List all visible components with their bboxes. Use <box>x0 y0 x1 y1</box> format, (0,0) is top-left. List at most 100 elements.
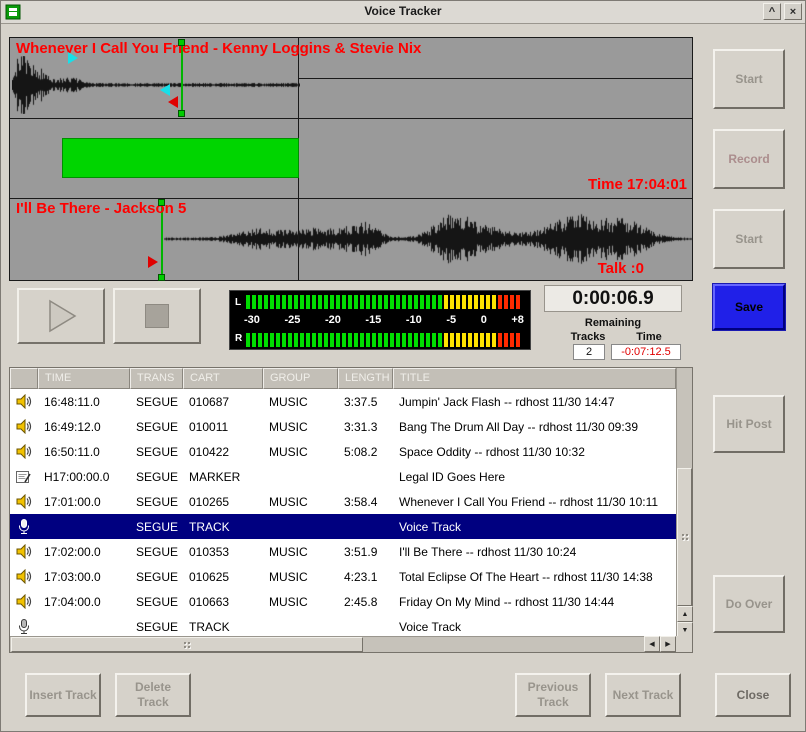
hit-post-button[interactable]: Hit Post <box>713 395 785 453</box>
horizontal-scrollbar[interactable]: ◀ ▶ <box>10 636 676 652</box>
meter-segment <box>426 295 430 309</box>
record-button[interactable]: Record <box>713 129 785 189</box>
previous-track-button[interactable]: Previous Track <box>515 673 591 717</box>
list-item[interactable]: 17:01:00.0SEGUE010265MUSIC3:58.4Whenever… <box>10 489 676 514</box>
meter-segment <box>516 295 520 309</box>
col-time[interactable]: TIME <box>38 368 130 389</box>
speaker-icon <box>10 494 38 509</box>
save-button[interactable]: Save <box>713 284 785 330</box>
track2-marker-handle-top[interactable] <box>158 199 165 206</box>
col-trans[interactable]: TRANS <box>130 368 183 389</box>
titlebar[interactable]: Voice Tracker ^ × <box>1 1 805 24</box>
meter-segment <box>318 333 322 347</box>
insert-track-button[interactable]: Insert Track <box>25 673 101 717</box>
meter-segment <box>276 295 280 309</box>
scroll-right-button[interactable]: ▶ <box>660 636 676 652</box>
list-item[interactable]: 17:04:00.0SEGUE010663MUSIC2:45.8Friday O… <box>10 589 676 614</box>
horizontal-scrollbar-thumb[interactable] <box>11 637 363 652</box>
cell-cart: 010353 <box>183 545 263 559</box>
vertical-scrollbar-thumb[interactable] <box>677 468 692 606</box>
close-button[interactable]: Close <box>715 673 791 717</box>
start-track1-button[interactable]: Start <box>713 49 785 109</box>
meter-segment <box>288 295 292 309</box>
next-track-button[interactable]: Next Track <box>605 673 681 717</box>
meter-segment <box>324 295 328 309</box>
meter-segment <box>300 295 304 309</box>
meter-segment <box>372 333 376 347</box>
col-icon[interactable] <box>10 368 38 389</box>
speaker-icon <box>10 419 38 434</box>
meter-segment <box>312 333 316 347</box>
meter-segment <box>444 295 448 309</box>
meter-segment <box>504 295 508 309</box>
meter-segment <box>252 333 256 347</box>
col-length[interactable]: LENGTH <box>338 368 393 389</box>
do-over-button[interactable]: Do Over <box>713 575 785 633</box>
cell-length: 2:45.8 <box>338 595 393 609</box>
cell-cart: TRACK <box>183 520 263 534</box>
play-icon <box>41 296 81 336</box>
delete-track-button[interactable]: Delete Track <box>115 673 191 717</box>
list-item[interactable]: H17:00:00.0SEGUEMARKERLegal ID Goes Here <box>10 464 676 489</box>
voicetrack-region[interactable] <box>62 138 299 178</box>
col-group[interactable]: GROUP <box>263 368 338 389</box>
cell-cart: 010663 <box>183 595 263 609</box>
cell-group: MUSIC <box>263 420 338 434</box>
col-cart[interactable]: CART <box>183 368 263 389</box>
elapsed-time-display: 0:00:06.9 <box>544 285 682 312</box>
cell-time: 17:01:00.0 <box>38 495 130 509</box>
stop-button[interactable] <box>113 288 201 344</box>
cell-group: MUSIC <box>263 570 338 584</box>
scroll-left-button[interactable]: ◀ <box>644 636 660 652</box>
meter-segment <box>342 295 346 309</box>
list-item[interactable]: 17:03:00.0SEGUE010625MUSIC4:23.1Total Ec… <box>10 564 676 589</box>
talk-counter: Talk :0 <box>598 260 644 277</box>
meter-segment <box>450 295 454 309</box>
meter-right-bar <box>246 333 520 347</box>
list-item[interactable]: 16:49:12.0SEGUE010011MUSIC3:31.3Bang The… <box>10 414 676 439</box>
list-body[interactable]: 16:48:11.0SEGUE010687MUSIC3:37.5Jumpin' … <box>10 389 676 636</box>
meter-segment <box>438 295 442 309</box>
meter-segment <box>360 295 364 309</box>
meter-left-bar <box>246 295 520 309</box>
list-item[interactable]: SEGUETRACKVoice Track <box>10 614 676 636</box>
list-item[interactable]: SEGUETRACKVoice Track <box>10 514 676 539</box>
list-item[interactable]: 17:02:00.0SEGUE010353MUSIC3:51.9I'll Be … <box>10 539 676 564</box>
fadeup-marker-icon[interactable] <box>68 52 78 64</box>
col-title[interactable]: TITLE <box>393 368 676 389</box>
meter-segment <box>276 333 280 347</box>
list-item[interactable]: 16:48:11.0SEGUE010687MUSIC3:37.5Jumpin' … <box>10 389 676 414</box>
track2-marker-handle-bottom[interactable] <box>158 274 165 281</box>
meter-segment <box>282 333 286 347</box>
meter-segment <box>258 295 262 309</box>
cell-title: Jumpin' Jack Flash -- rdhost 11/30 14:47 <box>393 395 676 409</box>
track2-start-marker-icon[interactable] <box>148 256 158 268</box>
track1-end-marker-icon[interactable] <box>168 96 178 108</box>
meter-segment <box>318 295 322 309</box>
meter-segment <box>246 333 250 347</box>
play-button[interactable] <box>17 288 105 344</box>
meter-segment <box>300 333 304 347</box>
log-list[interactable]: TIMETRANSCARTGROUPLENGTHTITLE 16:48:11.0… <box>9 367 693 653</box>
vertical-scrollbar[interactable]: ▲ ▼ <box>676 368 692 638</box>
meter-segment <box>516 333 520 347</box>
cell-trans: SEGUE <box>130 495 183 509</box>
remaining-time-label: Time <box>619 331 679 343</box>
meter-segment <box>378 295 382 309</box>
meter-segment <box>360 333 364 347</box>
track1-marker-handle-top[interactable] <box>178 39 185 46</box>
fadedown-marker-icon[interactable] <box>160 84 170 96</box>
cell-title: Voice Track <box>393 520 676 534</box>
tracker-panel[interactable]: Whenever I Call You Friend - Kenny Loggi… <box>9 37 693 281</box>
waveform-track1 <box>12 56 300 114</box>
scroll-up-button[interactable]: ▲ <box>677 606 693 622</box>
track1-marker-handle-bottom[interactable] <box>178 110 185 117</box>
shade-button[interactable]: ^ <box>763 3 781 20</box>
list-item[interactable]: 16:50:11.0SEGUE010422MUSIC5:08.2Space Od… <box>10 439 676 464</box>
meter-scale-label: -15 <box>365 314 381 326</box>
meter-segment <box>366 333 370 347</box>
meter-segment <box>384 333 388 347</box>
close-window-button[interactable]: × <box>784 3 802 20</box>
start-track2-button[interactable]: Start <box>713 209 785 269</box>
cell-group: MUSIC <box>263 445 338 459</box>
